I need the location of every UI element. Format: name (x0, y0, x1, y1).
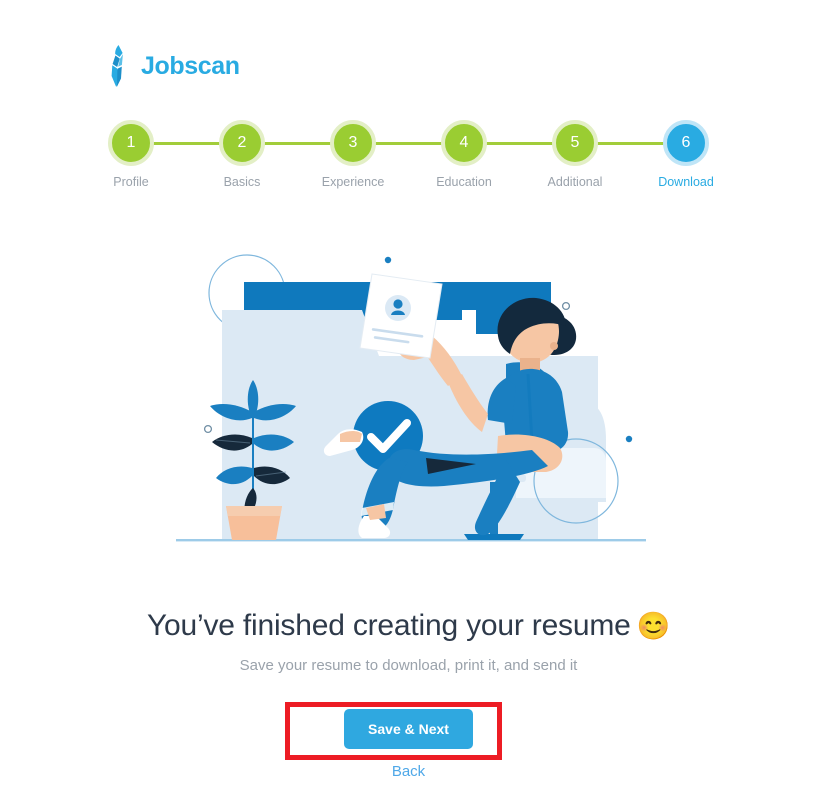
step-4-label: Education (436, 175, 492, 189)
necktie-icon (110, 44, 132, 88)
step-2-number: 2 (219, 120, 265, 166)
step-2-basics[interactable]: 2 Basics (216, 120, 268, 190)
step-6-number: 6 (663, 120, 709, 166)
resume-complete-illustration (176, 236, 646, 556)
step-3-label: Experience (321, 175, 385, 189)
step-5-additional[interactable]: 5 Additional (547, 120, 603, 190)
step-6-label: Download (658, 175, 714, 189)
brand-logo[interactable]: Jobscan (110, 44, 240, 88)
step-3-experience[interactable]: 3 Experience (322, 120, 384, 190)
back-link[interactable]: Back (0, 763, 817, 780)
step-5-number: 5 (552, 120, 598, 166)
save-and-next-button[interactable]: Save & Next (344, 709, 473, 749)
step-3-number: 3 (330, 120, 376, 166)
step-4-number: 4 (441, 120, 487, 166)
step-4-education[interactable]: 4 Education (436, 120, 492, 190)
headline-text: You’ve finished creating your resume (146, 609, 631, 642)
step-5-label: Additional (547, 175, 603, 189)
page-subtitle: Save your resume to download, print it, … (239, 657, 578, 674)
page-title: You’ve finished creating your resume 😊 (0, 609, 817, 643)
step-6-download[interactable]: 6 Download (658, 120, 714, 190)
step-1-label: Profile (113, 175, 149, 189)
step-1-number: 1 (108, 120, 154, 166)
progress-stepper: 1 Profile 2 Basics 3 Experience 4 Educat… (105, 120, 714, 190)
step-1-profile[interactable]: 1 Profile (105, 120, 157, 190)
smiling-face-emoji: 😊 (636, 611, 671, 641)
step-2-label: Basics (223, 175, 261, 189)
brand-name: Jobscan (141, 51, 240, 80)
